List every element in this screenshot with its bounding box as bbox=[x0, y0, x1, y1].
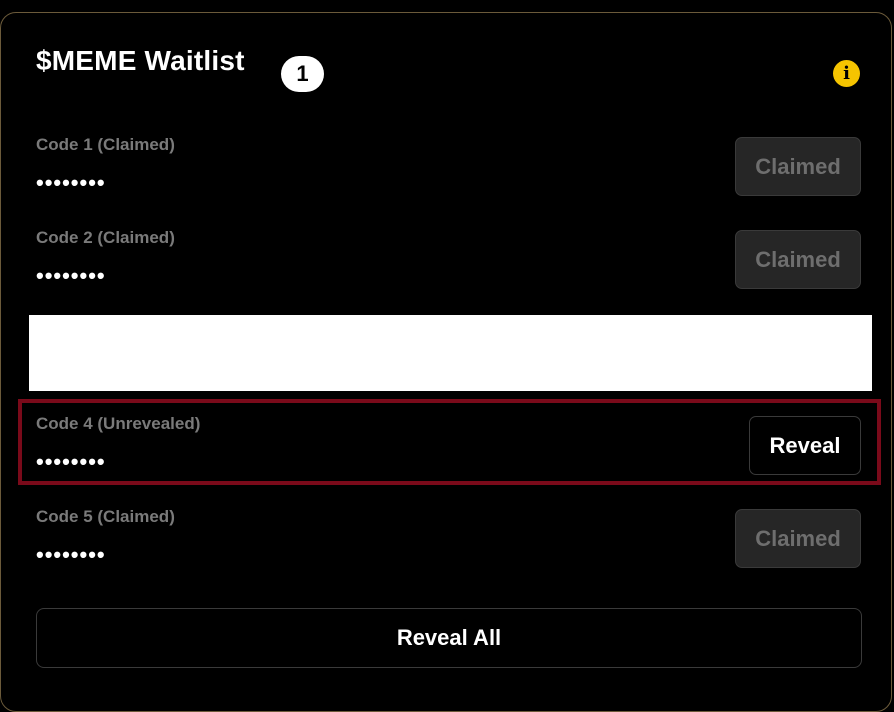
code-5-claimed-button[interactable]: Claimed bbox=[735, 509, 861, 568]
code-4-masked-value: •••••••• bbox=[36, 449, 106, 474]
code-5-masked-value: •••••••• bbox=[36, 542, 106, 567]
info-icon[interactable]: i bbox=[833, 60, 860, 87]
reveal-all-button[interactable]: Reveal All bbox=[36, 608, 862, 668]
code-5-label: Code 5 (Claimed) bbox=[36, 507, 175, 526]
code-2-claimed-button[interactable]: Claimed bbox=[735, 230, 861, 289]
code-4-reveal-button[interactable]: Reveal bbox=[749, 416, 861, 475]
code-1-masked-value: •••••••• bbox=[36, 170, 106, 195]
redacted-code-3 bbox=[29, 315, 872, 391]
code-1-claimed-button[interactable]: Claimed bbox=[735, 137, 861, 196]
code-2-masked-value: •••••••• bbox=[36, 263, 106, 288]
code-4-label: Code 4 (Unrevealed) bbox=[36, 414, 201, 433]
code-1-label: Code 1 (Claimed) bbox=[36, 135, 175, 154]
code-2-label: Code 2 (Claimed) bbox=[36, 228, 175, 247]
page-title: $MEME Waitlist bbox=[36, 45, 245, 76]
count-badge: 1 bbox=[281, 56, 324, 92]
